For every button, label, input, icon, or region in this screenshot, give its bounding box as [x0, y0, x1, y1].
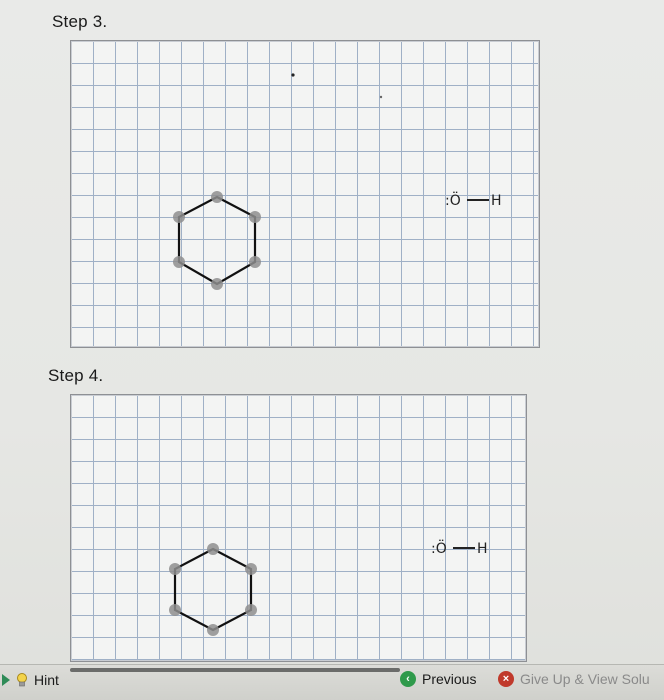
- ring-atom[interactable]: [173, 256, 185, 268]
- hint-label: Hint: [34, 672, 59, 688]
- hydrogen-atom-label: H: [491, 193, 502, 209]
- give-up-label: Give Up & View Solu: [520, 671, 650, 687]
- ring-atom[interactable]: [211, 278, 223, 290]
- ring-atom[interactable]: [245, 604, 257, 616]
- previous-label: Previous: [422, 671, 477, 687]
- hint-divider: [70, 668, 400, 672]
- step-3-drawing-svg: :Ö H: [173, 73, 502, 290]
- give-up-view-solution-button[interactable]: × Give Up & View Solu: [498, 668, 650, 690]
- ring-atom[interactable]: [169, 604, 181, 616]
- ring-atom[interactable]: [249, 256, 261, 268]
- page: Step 3. :Ö H Step 4.:Ö H Hint ‹ Previou…: [0, 0, 664, 700]
- step-4-label: Step 4.: [48, 366, 104, 385]
- stray-mark: [291, 73, 295, 77]
- play-arrow-icon: [2, 674, 10, 686]
- hydroxyl-group[interactable]: :Ö H: [431, 539, 488, 557]
- ring-atom[interactable]: [207, 624, 219, 636]
- lightbulb-icon: [17, 672, 27, 686]
- ring-atom[interactable]: [245, 563, 257, 575]
- close-circle-icon: ×: [498, 671, 514, 687]
- ring-atom[interactable]: [173, 211, 185, 223]
- oxygen-atom-label: :Ö: [445, 191, 461, 209]
- ring-atom[interactable]: [169, 563, 181, 575]
- stray-mark: [379, 95, 383, 99]
- step-4-drawing-svg: :Ö H: [169, 539, 488, 636]
- oxygen-atom-label: :Ö: [431, 539, 447, 557]
- ring-bonds: [173, 547, 253, 632]
- step-3-drawing-canvas[interactable]: :Ö H: [70, 40, 540, 348]
- step-3-label: Step 3.: [52, 12, 108, 31]
- hydrogen-atom-label: H: [477, 541, 488, 557]
- ring-atom[interactable]: [249, 211, 261, 223]
- benzene-ring[interactable]: [173, 191, 261, 290]
- benzene-ring[interactable]: [169, 543, 257, 636]
- ring-bonds: [177, 195, 257, 286]
- ring-atom[interactable]: [207, 543, 219, 555]
- previous-circle-icon: ‹: [400, 671, 416, 687]
- previous-button[interactable]: ‹ Previous: [400, 668, 476, 690]
- ring-atom[interactable]: [211, 191, 223, 203]
- hydroxyl-group[interactable]: :Ö H: [445, 191, 502, 209]
- step-4-drawing-canvas[interactable]: :Ö H: [70, 394, 527, 662]
- hint-button[interactable]: Hint: [0, 670, 59, 690]
